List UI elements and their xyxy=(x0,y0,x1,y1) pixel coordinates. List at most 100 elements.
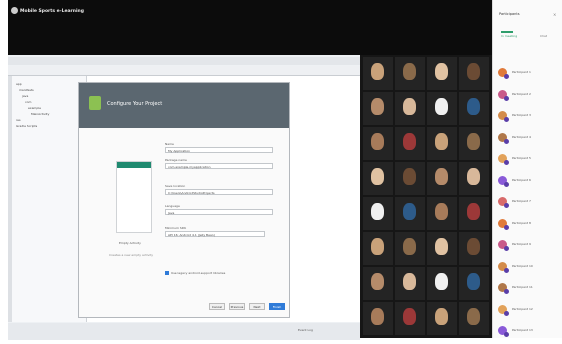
participant-video-tile[interactable] xyxy=(395,302,425,335)
participant-video-tile[interactable] xyxy=(427,232,457,265)
field-input[interactable]: com.example.myapplication xyxy=(165,163,273,169)
participant-video-tile[interactable] xyxy=(363,302,393,335)
ide-menu-bar[interactable] xyxy=(8,57,360,65)
participant-video-tile[interactable] xyxy=(363,127,393,160)
project-tree[interactable]: app manifests java com example MainActivity re… xyxy=(12,76,87,322)
participant-face xyxy=(467,63,480,80)
participant-item[interactable]: Participant 1 xyxy=(493,64,562,86)
participant-video-tile[interactable] xyxy=(459,127,489,160)
app-logo-icon xyxy=(11,7,18,14)
participant-video-tile[interactable] xyxy=(395,232,425,265)
participant-face xyxy=(435,133,448,150)
ide-status-bar: Event Log xyxy=(8,323,360,340)
participant-item[interactable]: Participant 7 xyxy=(493,193,562,215)
project-tree-item[interactable]: res xyxy=(16,118,21,122)
participant-item[interactable]: Participant 2 xyxy=(493,86,562,108)
participant-video-tile[interactable] xyxy=(395,162,425,195)
participant-video-tile[interactable] xyxy=(427,162,457,195)
participant-name: Participant 5 xyxy=(512,156,531,160)
participant-video-tile[interactable] xyxy=(459,302,489,335)
participant-video-tile[interactable] xyxy=(363,232,393,265)
participant-face xyxy=(371,273,384,290)
presence-badge xyxy=(504,74,509,79)
participant-video-tile[interactable] xyxy=(363,57,393,90)
participant-face xyxy=(371,203,384,220)
dialog-title: Configure Your Project xyxy=(107,101,163,107)
participant-item[interactable]: Participant 3 xyxy=(493,107,562,129)
presence-badge xyxy=(504,95,509,101)
participant-item[interactable]: Participant 6 xyxy=(493,172,562,194)
field-input[interactable]: API 16: Android 4.1 (Jelly Bean) xyxy=(165,231,265,237)
participant-video-tile[interactable] xyxy=(427,57,457,90)
participant-item[interactable]: Participant 11 xyxy=(493,279,562,301)
project-tree-item[interactable]: Gradle Scripts xyxy=(16,124,37,128)
participant-video-tile[interactable] xyxy=(459,57,489,90)
field-input[interactable]: Java xyxy=(165,209,273,215)
participant-video-tile[interactable] xyxy=(427,127,457,160)
tab-in-meeting[interactable]: In meeting xyxy=(501,34,517,38)
field-label: Save location xyxy=(165,184,186,188)
participant-video-tile[interactable] xyxy=(459,267,489,300)
participant-video-tile[interactable] xyxy=(459,162,489,195)
meeting-title: Mobile Sports e-Learning xyxy=(20,9,84,14)
legacy-support-checkbox[interactable] xyxy=(165,271,169,275)
project-tree-item[interactable]: example xyxy=(28,106,41,110)
participant-face xyxy=(371,63,384,80)
field-input[interactable]: My Application xyxy=(165,147,273,153)
project-tree-item[interactable]: com xyxy=(25,100,31,104)
participant-name: Participant 13 xyxy=(512,328,533,332)
participant-video-tile[interactable] xyxy=(395,127,425,160)
project-tree-item[interactable]: MainActivity xyxy=(31,112,49,116)
participant-video-tile[interactable] xyxy=(459,232,489,265)
participant-name: Participant 9 xyxy=(512,242,531,246)
participant-item[interactable]: Participant 5 xyxy=(493,150,562,172)
tab-chat[interactable]: Chat xyxy=(540,34,547,38)
finish-button[interactable]: Finish xyxy=(269,303,285,310)
android-studio-icon xyxy=(89,96,101,110)
project-tree-item[interactable]: manifests xyxy=(19,88,34,92)
presence-badge xyxy=(504,289,509,294)
participant-item[interactable]: Participant 12 xyxy=(493,301,562,323)
project-tree-item[interactable]: java xyxy=(22,94,28,98)
participant-face xyxy=(403,168,416,185)
field-input[interactable]: C:\Users\AndroidStudioProjects xyxy=(165,189,273,195)
participant-face xyxy=(467,273,480,290)
participant-item[interactable]: Participant 4 xyxy=(493,129,562,151)
participant-video-tile[interactable] xyxy=(427,92,457,125)
event-log-label[interactable]: Event Log xyxy=(298,328,313,332)
participant-video-tile[interactable] xyxy=(395,267,425,300)
previous-button[interactable]: Previous xyxy=(229,303,245,310)
participant-video-tile[interactable] xyxy=(363,197,393,230)
next-button[interactable]: Next xyxy=(249,303,265,310)
participant-video-tile[interactable] xyxy=(427,267,457,300)
participant-item[interactable]: Participant 10 xyxy=(493,258,562,280)
participant-face xyxy=(371,168,384,185)
participant-video-tile[interactable] xyxy=(363,92,393,125)
participant-video-tile[interactable] xyxy=(395,197,425,230)
participant-item[interactable]: Participant 9 xyxy=(493,236,562,258)
cancel-button[interactable]: Cancel xyxy=(209,303,225,310)
dialog-header: Configure Your Project xyxy=(79,83,289,128)
participants-panel: Participants × In meeting Chat Participa… xyxy=(492,0,562,338)
participant-video-tile[interactable] xyxy=(395,92,425,125)
participant-video-tile[interactable] xyxy=(459,197,489,230)
participant-item[interactable]: Participant 8 xyxy=(493,215,562,237)
participant-video-tile[interactable] xyxy=(363,162,393,195)
project-tree-item[interactable]: app xyxy=(16,82,22,86)
participant-video-tile[interactable] xyxy=(363,267,393,300)
participant-list[interactable]: Participant 1 Participant 2 Participant 3 P… xyxy=(493,64,562,344)
participant-face xyxy=(371,308,384,325)
participant-face xyxy=(403,308,416,325)
participant-face xyxy=(403,203,416,220)
participant-item[interactable]: Participant 13 xyxy=(493,322,562,344)
participant-video-tile[interactable] xyxy=(459,92,489,125)
participant-face xyxy=(435,98,448,115)
participant-face xyxy=(467,308,480,325)
participant-video-tile[interactable] xyxy=(427,197,457,230)
ide-toolbar[interactable] xyxy=(8,66,360,76)
presence-badge xyxy=(504,332,509,337)
participant-video-tile[interactable] xyxy=(427,302,457,335)
participant-video-tile[interactable] xyxy=(395,57,425,90)
close-icon[interactable]: × xyxy=(553,12,556,17)
participant-face xyxy=(467,238,480,255)
